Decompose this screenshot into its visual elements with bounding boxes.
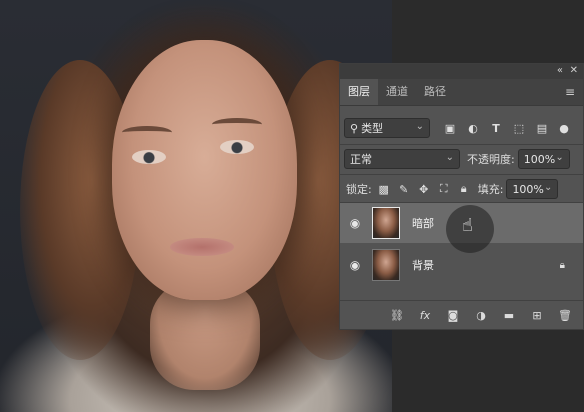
panel-titlebar: « ✕ xyxy=(340,64,583,79)
pixel-filter-icon[interactable]: ▣ xyxy=(442,120,458,136)
mouse-cursor-highlight: ☝ xyxy=(446,205,494,253)
filter-type-value: 类型 xyxy=(361,122,384,135)
close-icon[interactable]: ✕ xyxy=(570,65,578,76)
lock-image-icon[interactable]: ✎ xyxy=(396,181,412,197)
fill-input[interactable]: 100% ⌄ xyxy=(506,179,559,199)
filter-toggle-icon[interactable]: ● xyxy=(556,120,572,136)
shape-filter-icon[interactable]: ⬚ xyxy=(511,120,527,136)
right-brow xyxy=(212,118,262,131)
blend-row: 正常 ⌄ 不透明度: 100% ⌄ xyxy=(340,147,583,171)
lips xyxy=(170,238,234,256)
document-canvas xyxy=(0,0,392,412)
lock-row: 锁定: ▩ ✎ ✥ ⛶ 🔒︎ 填充: 100% ⌄ xyxy=(340,177,583,201)
new-layer-icon[interactable]: ⊞ xyxy=(529,307,545,323)
lock-transparency-icon[interactable]: ▩ xyxy=(376,181,392,197)
smart-object-filter-icon[interactable]: ▤ xyxy=(534,120,550,136)
tab-channels[interactable]: 通道 xyxy=(378,79,416,105)
visibility-eye-icon[interactable]: ◉ xyxy=(340,216,370,230)
panel-menu-icon[interactable]: ≡ xyxy=(565,85,575,99)
left-brow xyxy=(122,126,172,139)
chevron-down-icon: ⌄ xyxy=(445,152,454,163)
filter-type-dropdown[interactable]: ⚲ 类型 ⌄ xyxy=(344,118,430,138)
chevron-down-icon: ⌄ xyxy=(555,152,564,163)
layer-name: 暗部 xyxy=(412,217,434,230)
opacity-value: 100% xyxy=(523,152,556,166)
layer-thumbnail xyxy=(372,207,400,239)
adjustment-filter-icon[interactable]: ◐ xyxy=(465,120,481,136)
collapse-icon[interactable]: « xyxy=(557,65,563,76)
lock-icon: 🔒︎ xyxy=(559,259,565,271)
right-eye xyxy=(220,140,254,154)
delete-layer-icon[interactable]: 🗑︎ xyxy=(557,307,573,323)
adjustment-layer-icon[interactable]: ◑ xyxy=(473,307,489,323)
new-group-icon[interactable]: ▬ xyxy=(501,307,517,323)
add-mask-icon[interactable]: ◙ xyxy=(445,307,461,323)
panel-footer: ⛓ fx ◙ ◑ ▬ ⊞ 🗑︎ xyxy=(340,300,583,329)
filter-row: ⚲ 类型 ⌄ ▣ ◐ T ⬚ ▤ ● xyxy=(340,116,583,140)
hand-cursor-icon: ☝ xyxy=(462,215,473,236)
layer-name: 背景 xyxy=(412,259,434,272)
blend-mode-dropdown[interactable]: 正常 ⌄ xyxy=(344,149,460,169)
tab-layers[interactable]: 图层 xyxy=(340,79,378,105)
chevron-down-icon: ⌄ xyxy=(415,121,424,132)
tab-paths[interactable]: 路径 xyxy=(416,79,454,105)
lock-all-icon[interactable]: 🔒︎ xyxy=(456,181,472,197)
lock-position-icon[interactable]: ✥ xyxy=(416,181,432,197)
opacity-input[interactable]: 100% ⌄ xyxy=(517,149,570,169)
type-filter-icon[interactable]: T xyxy=(488,120,504,136)
chevron-down-icon: ⌄ xyxy=(544,182,553,193)
search-icon: ⚲ xyxy=(350,121,359,135)
layer-style-icon[interactable]: fx xyxy=(417,307,433,323)
layers-panel: « ✕ 图层 通道 路径 ≡ ⚲ 类型 ⌄ ▣ ◐ T ⬚ ▤ ● 正常 ⌄ 不… xyxy=(339,63,584,330)
lock-label: 锁定: xyxy=(346,183,372,196)
left-eye xyxy=(132,150,166,164)
layer-thumbnail xyxy=(372,249,400,281)
lock-artboard-icon[interactable]: ⛶ xyxy=(436,181,452,197)
blend-mode-value: 正常 xyxy=(350,153,372,166)
fill-value: 100% xyxy=(512,182,544,196)
fill-label: 填充: xyxy=(477,183,504,196)
panel-tabs: 图层 通道 路径 ≡ xyxy=(340,79,583,106)
opacity-label: 不透明度: xyxy=(467,153,515,166)
link-layers-icon[interactable]: ⛓ xyxy=(389,307,405,323)
face xyxy=(112,40,297,300)
visibility-eye-icon[interactable]: ◉ xyxy=(340,258,370,272)
